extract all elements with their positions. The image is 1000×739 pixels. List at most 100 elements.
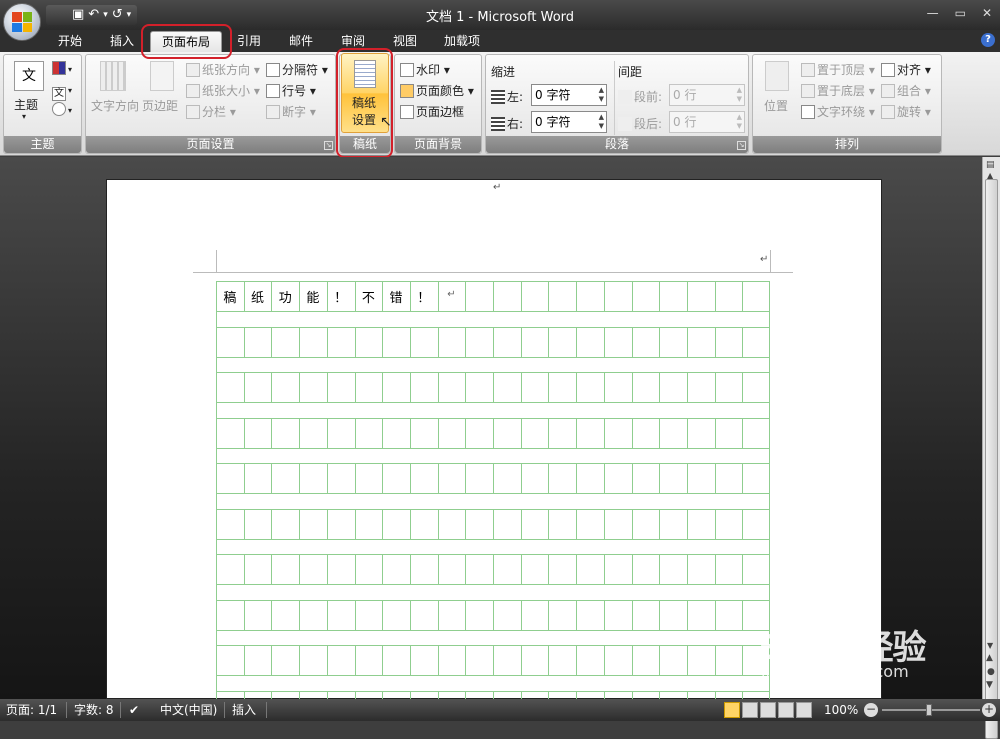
hyphenation-icon — [266, 105, 280, 119]
spacing-after-input[interactable]: 0 行 ▲ ▼ — [669, 111, 745, 133]
margins-button[interactable]: 页边距 — [142, 97, 178, 114]
align-button[interactable]: 对齐 ▾ — [881, 61, 931, 78]
grid-cell-divider — [548, 326, 550, 357]
grid-cell-divider — [548, 645, 550, 675]
orientation-button[interactable]: 纸张方向 ▾ — [186, 61, 260, 78]
minimize-icon[interactable]: — — [927, 6, 939, 20]
browse-object-icon[interactable]: ● — [987, 667, 995, 677]
text-direction-button[interactable]: 文字方向 — [91, 97, 139, 114]
grid-cell-divider — [299, 690, 301, 699]
status-language[interactable]: 中文(中国) — [160, 699, 217, 721]
bring-front-icon — [801, 63, 815, 77]
hyphenation-button[interactable]: 断字 ▾ — [266, 103, 316, 120]
tab-insert[interactable]: 插入 — [102, 31, 142, 52]
spin-arrows-icon[interactable]: ▲ ▼ — [737, 113, 742, 131]
grid-cell-divider — [271, 690, 273, 699]
tab-view[interactable]: 视图 — [385, 31, 425, 52]
tab-references[interactable]: 引用 — [229, 31, 269, 52]
highlight-manuscript-setup — [336, 48, 393, 158]
page-borders-button[interactable]: 页面边框 — [400, 103, 464, 120]
print-layout-view-icon[interactable] — [724, 702, 740, 718]
grid-cell-divider — [520, 417, 522, 448]
spin-arrows-icon[interactable]: ▲ ▼ — [599, 86, 604, 104]
office-button[interactable] — [3, 3, 41, 41]
grid-cell-divider — [299, 372, 301, 402]
status-words[interactable]: 字数: 8 — [74, 699, 114, 721]
zoom-out-icon[interactable]: − — [864, 703, 878, 717]
grid-line — [216, 447, 770, 449]
send-back-button[interactable]: 置于底层 ▾ — [801, 82, 875, 99]
grid-cell-divider — [382, 690, 384, 699]
scroll-down-icon[interactable]: ▼ — [987, 641, 993, 650]
spacing-before-input[interactable]: 0 行 ▲ ▼ — [669, 84, 745, 106]
themes-button[interactable]: 主题 — [14, 96, 38, 113]
grid-cell-divider — [659, 599, 661, 630]
outline-view-icon[interactable] — [778, 702, 794, 718]
spin-arrows-icon[interactable]: ▲ ▼ — [599, 113, 604, 131]
tab-mailings[interactable]: 邮件 — [281, 31, 321, 52]
page-color-button[interactable]: 页面颜色 ▾ — [400, 82, 474, 99]
zoom-level[interactable]: 100% — [824, 699, 858, 721]
grid-cell-divider — [631, 599, 633, 630]
status-mode[interactable]: 插入 — [232, 699, 256, 721]
divider — [266, 702, 267, 718]
page-setup-launcher-icon[interactable]: ↘ — [324, 141, 333, 150]
ruler-toggle-icon[interactable]: ▤ — [986, 160, 995, 170]
prev-page-icon[interactable]: ▲ — [986, 653, 993, 663]
tab-addins[interactable]: 加载项 — [436, 31, 488, 52]
close-icon[interactable]: ✕ — [982, 6, 992, 20]
grid-char: 能 — [306, 291, 320, 306]
rotate-button[interactable]: 旋转 ▾ — [881, 103, 931, 120]
crop-mark-left — [216, 250, 217, 272]
grid-cell-divider — [714, 281, 716, 311]
paragraph-launcher-icon[interactable]: ↘ — [737, 141, 746, 150]
line-numbers-button[interactable]: 行号 ▾ — [266, 82, 316, 99]
position-button[interactable]: 位置 — [764, 97, 788, 114]
proofing-icon[interactable]: ✔ — [129, 699, 139, 721]
bring-front-button[interactable]: 置于顶层 ▾ — [801, 61, 875, 78]
breaks-button[interactable]: 分隔符 ▾ — [266, 61, 328, 78]
tab-home[interactable]: 开始 — [50, 31, 90, 52]
status-page[interactable]: 页面: 1/1 — [6, 699, 57, 721]
help-icon[interactable]: ? — [981, 33, 995, 47]
manuscript-grid[interactable]: 稿纸功能 ！ 不错 ！ ↵ — [216, 281, 770, 699]
grid-line — [216, 311, 770, 312]
grid-cell-divider — [409, 645, 411, 675]
grid-char: 错 — [389, 291, 403, 306]
indent-left-input[interactable]: 0 字符 ▲ ▼ — [531, 84, 607, 106]
zoom-slider-thumb[interactable] — [926, 704, 932, 716]
view-buttons — [724, 702, 812, 718]
theme-fonts-button[interactable]: 文 ▾ — [52, 82, 72, 101]
full-screen-view-icon[interactable] — [742, 702, 758, 718]
next-page-icon[interactable]: ▼ — [986, 680, 993, 690]
grid-cell-divider — [437, 463, 439, 493]
grid-cell-divider — [631, 281, 633, 311]
themes-dropdown-icon[interactable]: ▾ — [22, 112, 26, 121]
watermark-button[interactable]: 水印 ▾ — [400, 61, 450, 78]
columns-button[interactable]: 分栏 ▾ — [186, 103, 236, 120]
grid-cell-divider — [271, 326, 273, 357]
zoom-in-icon[interactable]: + — [982, 703, 996, 717]
web-layout-view-icon[interactable] — [760, 702, 776, 718]
group-button[interactable]: 组合 ▾ — [881, 82, 931, 99]
indent-left-icon — [491, 90, 505, 104]
indent-title: 缩进 — [491, 65, 516, 79]
grid-cell-divider — [576, 281, 578, 311]
indent-right-input[interactable]: 0 字符 ▲ ▼ — [531, 111, 607, 133]
theme-effects-button[interactable]: ▾ — [52, 102, 72, 116]
restore-icon[interactable]: ▭ — [955, 6, 966, 20]
grid-cell-divider — [465, 554, 467, 584]
grid-cell-divider — [659, 326, 661, 357]
size-button[interactable]: 纸张大小 ▾ — [186, 82, 260, 99]
spin-arrows-icon[interactable]: ▲ ▼ — [737, 86, 742, 104]
grid-cell-divider — [742, 690, 744, 699]
grid-cell-divider — [742, 463, 744, 493]
vertical-scrollbar[interactable]: ▤ ▲ ▼ ▲ ● ▼ — [982, 157, 1000, 739]
grid-cell-divider — [493, 463, 494, 493]
draft-view-icon[interactable] — [796, 702, 812, 718]
grid-cell-divider — [243, 690, 245, 699]
text-wrap-button[interactable]: 文字环绕 ▾ — [801, 103, 875, 120]
theme-colors-button[interactable]: ▾ — [52, 61, 72, 75]
indent-right-icon — [491, 117, 505, 131]
grid-cell-divider — [354, 508, 356, 539]
